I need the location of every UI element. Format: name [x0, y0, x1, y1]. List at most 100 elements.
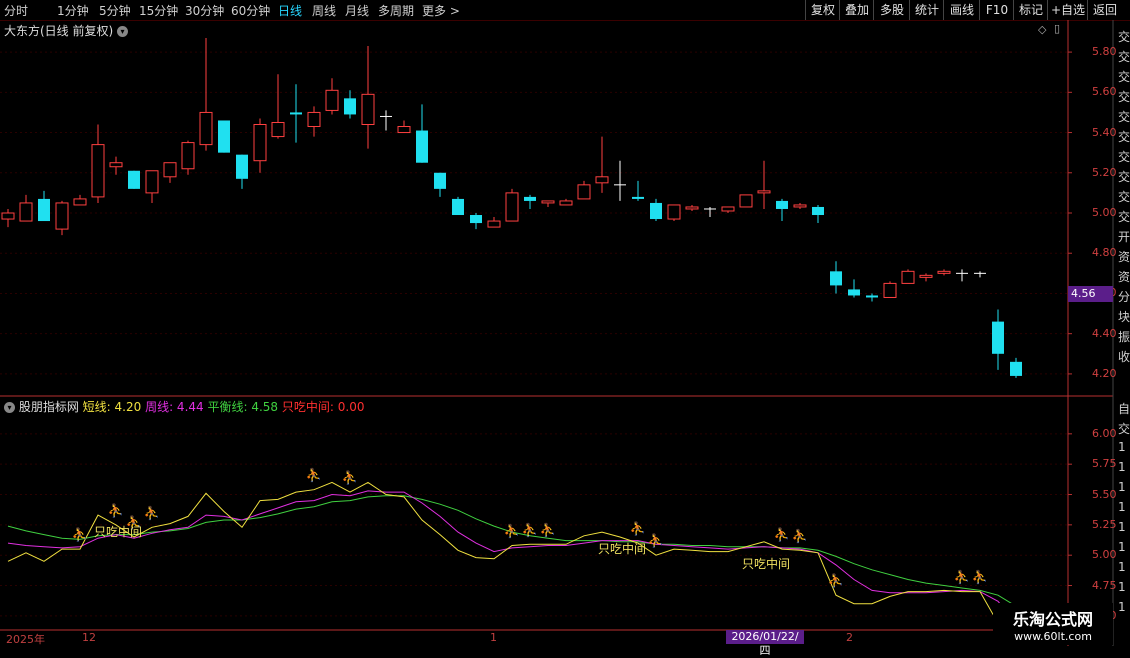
main-y-tick-label: 4.20 [1092, 366, 1117, 380]
x-axis-label-jan: 1 [490, 631, 497, 644]
candle-body [397, 126, 411, 134]
candle-body [883, 282, 897, 298]
main-y-tick-label: 4.40 [1092, 326, 1117, 340]
marker-label: 只吃中间 [598, 542, 647, 557]
chart-canvas: ⛹⛹⛹⛹⛹ ⛹⛹ ⛹ ⛹ ⛹⛹ ⛹ ⛹⛹ ⛹ ⛹ [0, 20, 1114, 646]
signal-marker-icon: ⛹ [522, 521, 538, 538]
side-panel-label: 交 [1118, 50, 1130, 64]
indicator-value-week: 周线: 4.44 [145, 400, 204, 414]
signal-marker-icon: ⛹ [540, 521, 556, 538]
candle-body [632, 196, 644, 199]
candle-body [253, 124, 267, 162]
signal-marker-icon: ⛹ [972, 569, 988, 586]
indicator-value-short: 短线: 4.20 [82, 400, 142, 414]
candle-body [434, 172, 446, 189]
candle-body [470, 215, 482, 224]
candle-body [307, 111, 321, 128]
side-panel-label: 1 [1118, 500, 1126, 514]
side-panel-label: 1 [1118, 600, 1126, 614]
watermark-url: www.60lt.com [1014, 630, 1092, 643]
candle-body [757, 190, 771, 194]
signal-marker-icon: ⛹ [144, 504, 160, 521]
candle-body [505, 192, 519, 222]
candle-body [290, 112, 302, 115]
indicator-y-tick-label: 6.00 [1092, 426, 1117, 440]
side-panel-label: 收 [1118, 350, 1130, 364]
candle-body [559, 200, 573, 206]
candle-body [937, 270, 951, 274]
candle-body [271, 121, 285, 138]
indicator-y-tick-label: 5.75 [1092, 457, 1117, 471]
candle-body [524, 196, 536, 201]
candle-body [595, 176, 609, 184]
side-panel-label: 自 [1118, 402, 1130, 416]
indicator-value-middle: 只吃中间: 0.00 [281, 400, 365, 414]
side-panel-label: 交 [1118, 150, 1130, 164]
candle-body [866, 295, 878, 298]
indicator-name: 股朋指标网 [18, 400, 79, 414]
candle-body [848, 289, 860, 296]
side-panel-label: 交 [1118, 70, 1130, 84]
candle-body [1010, 361, 1022, 376]
cursor-date-tag: 2026/01/22/四 [726, 630, 804, 657]
candle-body [361, 93, 375, 125]
signal-markers: ⛹⛹⛹⛹⛹ ⛹⛹ ⛹ ⛹ ⛹⛹ ⛹ ⛹⛹ ⛹ ⛹ [72, 467, 988, 590]
candle-body [577, 184, 591, 200]
marker-label: 只吃中间 [94, 525, 143, 540]
main-y-tick-label: 5.00 [1092, 206, 1117, 219]
side-panel-label: 交 [1118, 190, 1130, 204]
candle-body [218, 120, 230, 153]
candlestick-series [1, 38, 1022, 378]
candle-body [721, 206, 735, 212]
candle-body [199, 111, 213, 146]
main-y-tick-label: 5.40 [1092, 125, 1117, 139]
side-panel-label: 1 [1118, 560, 1126, 574]
candle-body [487, 220, 501, 228]
candle-body [55, 202, 69, 230]
candle-body [344, 98, 356, 115]
side-panel-label: 交 [1118, 30, 1130, 44]
side-panel-label: 1 [1118, 440, 1126, 454]
candle-body [685, 206, 699, 210]
main-y-tick-label: 5.80 [1092, 45, 1117, 59]
indicator-y-tick-label: 4.75 [1092, 578, 1117, 592]
signal-marker-icon: ⛹ [828, 572, 844, 589]
side-panel-label: 振 [1118, 330, 1130, 344]
signal-marker-icon: ⛹ [648, 532, 664, 549]
candle-body [793, 204, 807, 208]
signal-marker-icon: ⛹ [108, 502, 124, 519]
watermark-title: 乐淘公式网 [1012, 610, 1093, 629]
indicator-y-tick-label: 5.00 [1092, 548, 1117, 562]
candle-body [236, 154, 248, 179]
candle-body [776, 200, 788, 209]
candle-body [667, 204, 681, 220]
x-axis-label-dec: 12 [82, 631, 96, 644]
side-panel-label: 交 [1118, 170, 1130, 184]
indicator-title: ▾ 股朋指标网 短线: 4.20 周线: 4.44 平衡线: 4.58 只吃中间… [4, 398, 364, 415]
x-axis-label-feb: 2 [846, 631, 853, 644]
candle-body [19, 202, 33, 222]
candle-body [919, 274, 933, 278]
chart-frame [0, 20, 1114, 646]
side-panel-label: 开 [1118, 230, 1130, 244]
candle-body [452, 198, 464, 216]
candle-body [992, 321, 1004, 354]
candle-body [325, 89, 339, 111]
candle-body [163, 162, 177, 178]
candle-body [416, 130, 428, 163]
side-panel-label: 1 [1118, 460, 1126, 474]
x-axis-label-year: 2025年 [6, 633, 45, 646]
candle-body [73, 198, 87, 206]
candle-body [109, 162, 123, 168]
candle-body [650, 202, 662, 220]
chevron-down-icon[interactable]: ▾ [4, 402, 15, 413]
candle-body [181, 142, 195, 170]
candle-body [541, 200, 555, 204]
signal-marker-icon: ⛹ [504, 522, 520, 539]
signal-marker-icon: ⛹ [792, 527, 808, 544]
side-panel-label: 交 [1118, 210, 1130, 224]
signal-marker-icon: ⛹ [72, 526, 88, 543]
marker-label: 只吃中间 [742, 556, 791, 571]
watermark: 乐淘公式网 www.60lt.com [993, 603, 1113, 645]
candle-body [739, 194, 753, 208]
